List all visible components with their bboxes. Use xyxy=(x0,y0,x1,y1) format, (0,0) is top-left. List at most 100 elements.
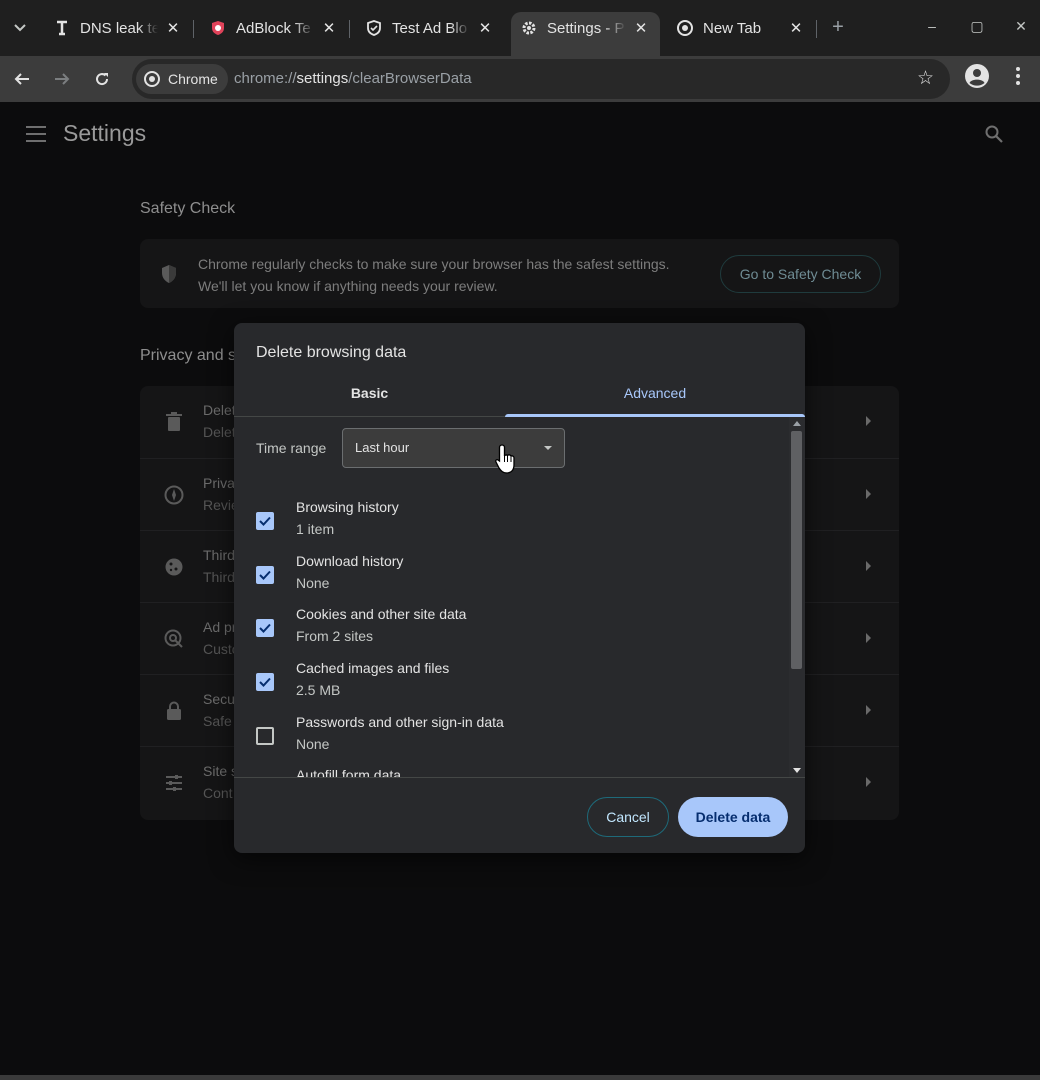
time-range-select[interactable]: Last hour xyxy=(342,428,565,468)
tab-close-icon[interactable]: ✕ xyxy=(787,19,805,37)
option-label: Browsing history xyxy=(296,499,399,515)
row-subtitle: Cont xyxy=(203,785,233,801)
tab-title: DNS leak te xyxy=(80,19,158,37)
option-cached-images[interactable]: Cached images and files 2.5 MB xyxy=(234,660,789,714)
checkbox-checked[interactable] xyxy=(256,673,274,691)
tab-adblock-test[interactable]: AdBlock Te ✕ xyxy=(200,12,348,44)
option-label: Cookies and other site data xyxy=(296,606,467,622)
tab-close-icon[interactable]: ✕ xyxy=(320,19,338,37)
profile-avatar-icon[interactable] xyxy=(964,63,990,89)
tab-settings[interactable]: Settings - P ✕ xyxy=(511,12,660,56)
chevron-right-icon xyxy=(866,489,871,499)
option-cookies[interactable]: Cookies and other site data From 2 sites xyxy=(234,606,789,660)
tab-close-icon[interactable]: ✕ xyxy=(164,19,182,37)
tab-separator xyxy=(349,20,350,38)
back-arrow-icon[interactable] xyxy=(7,64,37,94)
trash-icon xyxy=(166,412,182,431)
shield-icon xyxy=(162,265,176,283)
chevron-right-icon xyxy=(866,561,871,571)
tab-title: New Tab xyxy=(703,19,762,37)
tab-new-tab[interactable]: New Tab ✕ xyxy=(667,12,815,44)
scroll-down-arrow-icon[interactable] xyxy=(793,768,801,773)
privacy-heading: Privacy and s xyxy=(140,347,237,364)
chip-label: Chrome xyxy=(168,71,218,87)
chevron-right-icon xyxy=(866,416,871,426)
chrome-favicon-icon xyxy=(677,20,693,36)
chevron-right-icon xyxy=(866,633,871,643)
tab-title: Settings - P xyxy=(547,19,625,37)
option-detail: 1 item xyxy=(296,521,335,537)
time-range-value: Last hour xyxy=(355,440,410,455)
option-label: Autofill form data xyxy=(296,767,402,777)
option-label: Download history xyxy=(296,553,404,569)
minimize-icon[interactable]: – xyxy=(920,14,944,38)
tab-title: AdBlock Te xyxy=(236,19,311,37)
url-text[interactable]: chrome://settings/clearBrowserData xyxy=(234,70,472,87)
page-title: Settings xyxy=(63,120,147,146)
scroll-up-arrow-icon[interactable] xyxy=(793,421,801,426)
search-icon[interactable] xyxy=(984,124,1004,144)
tab-title: Test Ad Blo xyxy=(392,19,468,37)
option-detail: 2.5 MB xyxy=(296,682,341,698)
tab-basic[interactable]: Basic xyxy=(234,379,505,417)
browser-toolbar: Chrome chrome://settings/clearBrowserDat… xyxy=(0,56,1040,102)
tab-close-icon[interactable]: ✕ xyxy=(476,19,494,37)
go-to-safety-check-button[interactable]: Go to Safety Check xyxy=(720,255,881,293)
chrome-icon xyxy=(144,71,160,87)
row-title: Delet xyxy=(203,402,236,418)
row-title: Ad pr xyxy=(203,619,237,635)
tab-separator xyxy=(816,20,817,38)
scrollbar-thumb[interactable] xyxy=(791,431,802,669)
cancel-button[interactable]: Cancel xyxy=(587,797,669,837)
option-autofill[interactable]: Autofill form data xyxy=(234,767,789,777)
option-detail: From 2 sites xyxy=(296,628,374,644)
chevron-right-icon xyxy=(866,705,871,715)
forward-arrow-icon[interactable] xyxy=(47,64,77,94)
delete-data-button[interactable]: Delete data xyxy=(678,797,788,837)
site-info-chip[interactable]: Chrome xyxy=(136,64,228,94)
bookmark-star-icon[interactable]: ☆ xyxy=(917,68,934,90)
safety-check-heading: Safety Check xyxy=(140,200,236,217)
row-title: Priva xyxy=(203,475,235,491)
address-bar[interactable]: Chrome chrome://settings/clearBrowserDat… xyxy=(132,59,950,99)
reload-icon[interactable] xyxy=(87,64,117,94)
close-window-icon[interactable]: ✕ xyxy=(1009,14,1033,38)
adblock-shield-favicon-icon xyxy=(210,20,226,36)
tab-separator xyxy=(193,20,194,38)
footer-divider xyxy=(234,777,805,778)
checkbox-unchecked[interactable] xyxy=(256,727,274,745)
tab-close-icon[interactable]: ✕ xyxy=(632,19,650,37)
maximize-icon[interactable]: ▢ xyxy=(965,14,989,38)
row-title: Site s xyxy=(203,763,239,779)
option-browsing-history[interactable]: Browsing history 1 item xyxy=(234,499,789,553)
tab-dns-leak[interactable]: DNS leak te ✕ xyxy=(44,12,192,44)
option-download-history[interactable]: Download history None xyxy=(234,553,789,607)
checkbox-checked[interactable] xyxy=(256,619,274,637)
safety-line-2: We'll let you know if anything needs you… xyxy=(198,278,498,294)
checkbox-checked[interactable] xyxy=(256,512,274,530)
tab-search-chevron-icon[interactable] xyxy=(8,16,32,40)
gear-favicon-icon xyxy=(521,20,537,36)
sliders-icon xyxy=(166,775,182,791)
delete-browsing-data-dialog: Delete browsing data Basic Advanced Time… xyxy=(234,323,805,853)
lock-icon xyxy=(167,701,181,720)
cookie-icon xyxy=(165,558,183,576)
row-title: Secu xyxy=(203,691,235,707)
row-subtitle: Safe xyxy=(203,713,232,729)
option-label: Passwords and other sign-in data xyxy=(296,714,504,730)
time-range-label: Time range xyxy=(256,440,327,456)
url-host: settings xyxy=(296,70,349,87)
menu-hamburger-icon[interactable] xyxy=(26,126,46,142)
more-menu-icon[interactable] xyxy=(1008,63,1028,89)
option-detail: None xyxy=(296,575,330,591)
tab-advanced[interactable]: Advanced xyxy=(505,379,805,417)
ad-privacy-icon xyxy=(164,629,183,648)
new-tab-plus-icon[interactable]: + xyxy=(828,16,848,40)
bottom-edge xyxy=(0,1075,1040,1080)
row-subtitle: Delet xyxy=(203,424,236,440)
option-passwords[interactable]: Passwords and other sign-in data None xyxy=(234,714,789,768)
tab-test-ad-block[interactable]: Test Ad Blo ✕ xyxy=(356,12,504,44)
safety-check-card: Chrome regularly checks to make sure you… xyxy=(140,239,899,308)
dialog-scrollbar[interactable] xyxy=(789,417,805,777)
checkbox-checked[interactable] xyxy=(256,566,274,584)
